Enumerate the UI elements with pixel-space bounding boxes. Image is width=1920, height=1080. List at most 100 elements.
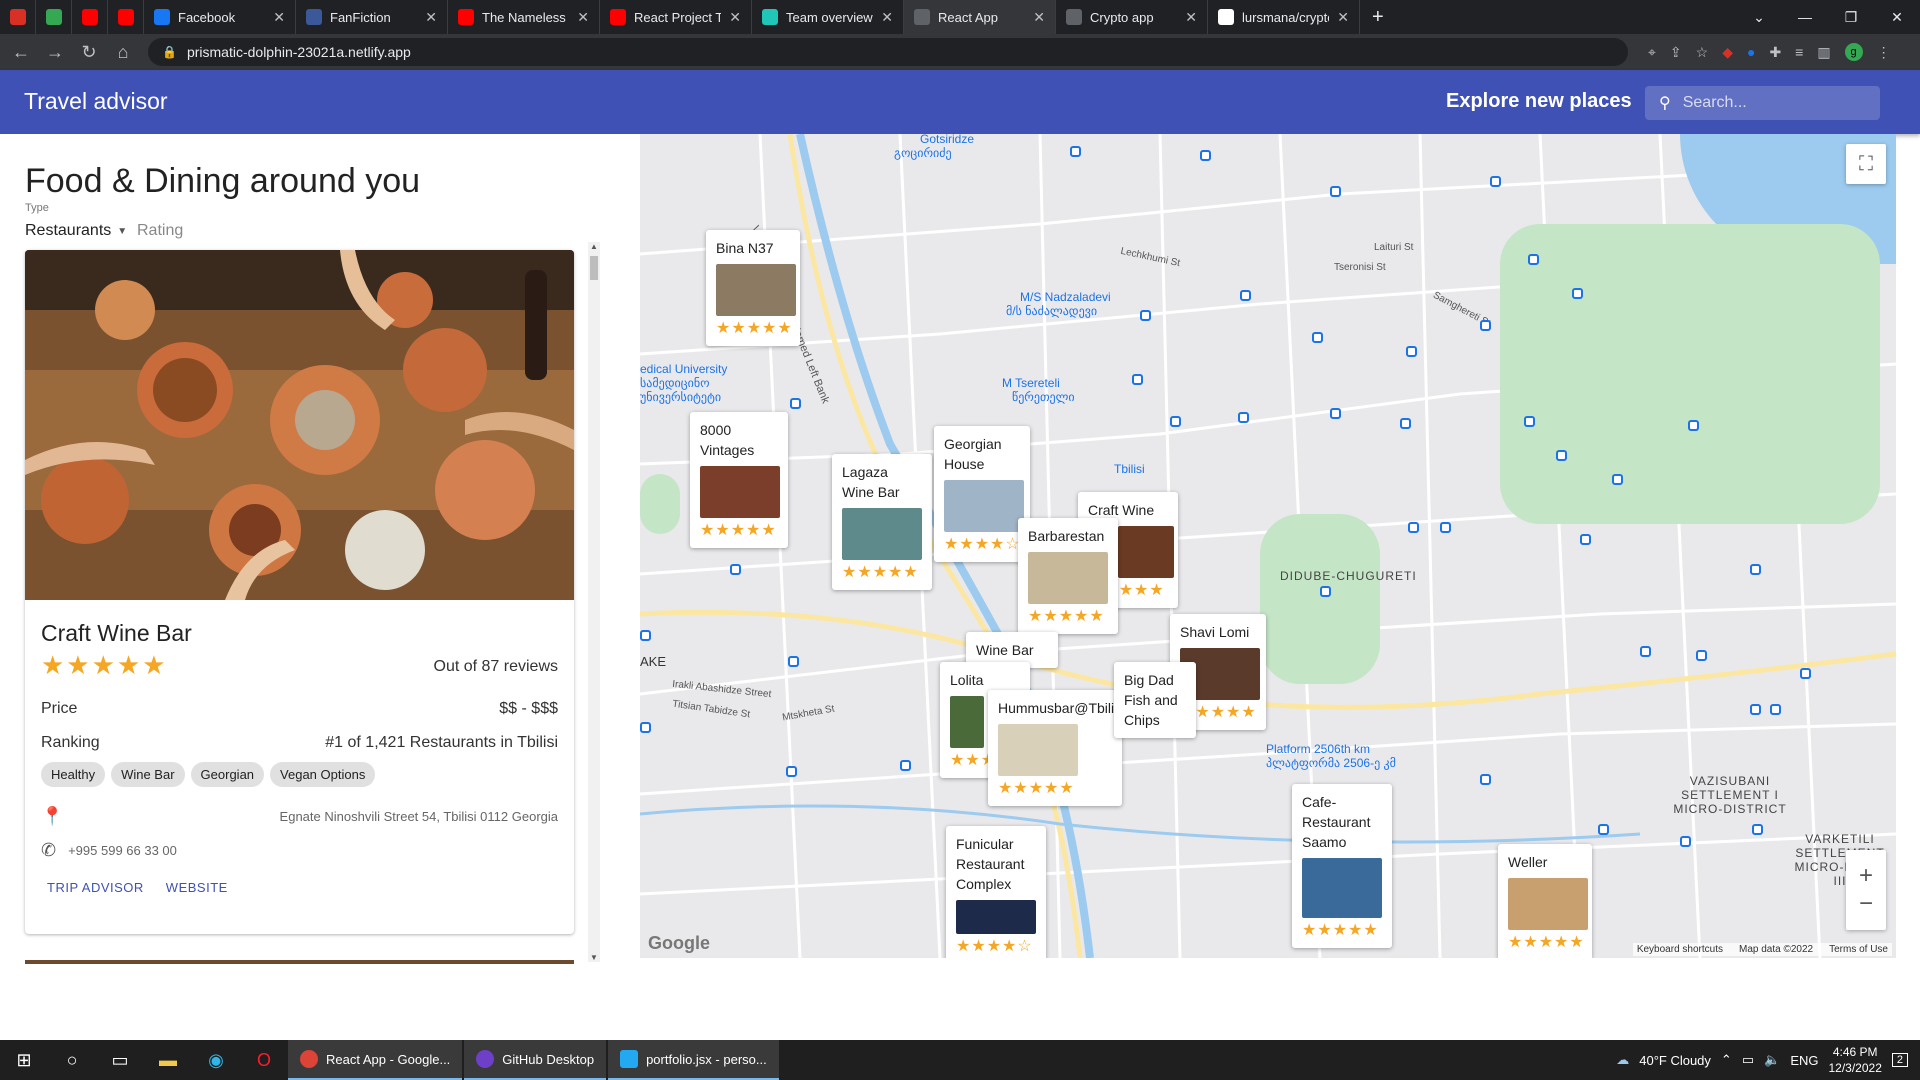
extensions-puzzle-icon[interactable]: ✚ [1769, 44, 1781, 61]
transit-stop-icon[interactable] [1406, 346, 1417, 357]
transit-stop-icon[interactable] [1312, 332, 1323, 343]
map-pin-cafe-restaurant-saamo[interactable]: Cafe-Restaurant Saamo ★★★★★ [1292, 784, 1392, 948]
type-select[interactable]: Restaurants ▼ [25, 222, 127, 240]
new-tab-button[interactable]: + [1360, 0, 1396, 34]
transit-stop-icon[interactable] [1750, 564, 1761, 575]
transit-stop-icon[interactable] [790, 398, 801, 409]
chip[interactable]: Vegan Options [270, 762, 376, 787]
rating-select[interactable]: Rating [137, 222, 183, 240]
transit-stop-icon[interactable] [1400, 418, 1411, 429]
zoom-out-button[interactable]: − [1859, 890, 1873, 918]
search-input[interactable] [1682, 94, 1853, 112]
chip[interactable]: Georgian [190, 762, 265, 787]
transit-stop-icon[interactable] [1696, 650, 1707, 661]
transit-stop-icon[interactable] [1752, 824, 1763, 835]
close-tab-icon[interactable]: ✕ [1185, 9, 1197, 26]
list-scrollbar[interactable]: ▲ ▼ [588, 242, 600, 962]
chip[interactable]: Wine Bar [111, 762, 185, 787]
back-button[interactable]: ← [8, 42, 34, 63]
close-tab-icon[interactable]: ✕ [729, 9, 741, 26]
website-link[interactable]: WEBSITE [166, 880, 228, 895]
transit-stop-icon[interactable] [1070, 146, 1081, 157]
transit-stop-icon[interactable] [900, 760, 911, 771]
extension-ublock-icon[interactable]: ◆ [1722, 44, 1733, 61]
windows-start-icon[interactable]: ⊞ [0, 1040, 48, 1080]
map[interactable]: M/S Nadzaladevi მ/ს ნაძალადევი M Tserete… [640, 134, 1896, 958]
taskbar-app-vscode[interactable]: portfolio.jsx - perso... [608, 1040, 779, 1080]
map-pin-georgian-house[interactable]: Georgian House ★★★★☆ [934, 426, 1030, 562]
browser-tab[interactable] [108, 0, 144, 34]
transit-stop-icon[interactable] [1480, 320, 1491, 331]
browser-tab[interactable]: React Project Tutorial: I ✕ [600, 0, 752, 34]
map-pin-bina-n37[interactable]: Bina N37 ★★★★★ [706, 230, 800, 346]
close-window-button[interactable]: ✕ [1874, 0, 1920, 34]
side-panel-icon[interactable]: ▥ [1817, 44, 1830, 61]
map-pin-big-dad-fish-and-chips[interactable]: Big Dad Fish and Chips [1114, 662, 1196, 738]
task-view-icon[interactable]: ▭ [96, 1040, 144, 1080]
transit-stop-icon[interactable] [1440, 522, 1451, 533]
map-pin-funicular[interactable]: Funicular Restaurant Complex ★★★★☆ [946, 826, 1046, 958]
transit-stop-icon[interactable] [640, 722, 651, 733]
transit-stop-icon[interactable] [788, 656, 799, 667]
browser-tab[interactable]: The Nameless One ✕ [448, 0, 600, 34]
transit-stop-icon[interactable] [1132, 374, 1143, 385]
browser-tab[interactable]: lursmana/crypto-app ✕ [1208, 0, 1360, 34]
transit-stop-icon[interactable] [1680, 836, 1691, 847]
tray-chevron-icon[interactable]: ⌃ [1721, 1052, 1732, 1068]
transit-stop-icon[interactable] [1330, 186, 1341, 197]
transit-stop-icon[interactable] [1800, 668, 1811, 679]
share-icon[interactable]: ⇪ [1670, 44, 1682, 61]
transit-stop-icon[interactable] [1688, 420, 1699, 431]
browser-tab[interactable] [36, 0, 72, 34]
transit-stop-icon[interactable] [1524, 416, 1535, 427]
transit-stop-icon[interactable] [1320, 586, 1331, 597]
url-field[interactable]: 🔒 prismatic-dolphin-23021a.netlify.app [148, 38, 1628, 66]
zoom-in-button[interactable]: + [1859, 862, 1873, 890]
transit-stop-icon[interactable] [1480, 774, 1491, 785]
map-pin-barbarestan[interactable]: Barbarestan ★★★★★ [1018, 518, 1118, 634]
terms-link[interactable]: Terms of Use [1829, 944, 1888, 955]
edge-icon[interactable]: ◉ [192, 1040, 240, 1080]
transit-stop-icon[interactable] [1140, 310, 1151, 321]
reading-list-icon[interactable]: ≡ [1795, 44, 1803, 60]
opera-icon[interactable]: O [240, 1040, 288, 1080]
transit-stop-icon[interactable] [1490, 176, 1501, 187]
transit-stop-icon[interactable] [1572, 288, 1583, 299]
close-tab-icon[interactable]: ✕ [577, 9, 589, 26]
file-explorer-icon[interactable]: ▬ [144, 1040, 192, 1080]
transit-stop-icon[interactable] [1556, 450, 1567, 461]
close-tab-icon[interactable]: ✕ [881, 9, 893, 26]
map-pin-weller[interactable]: Weller ★★★★★ [1498, 844, 1592, 958]
clock[interactable]: 4:46 PM 12/3/2022 [1828, 1044, 1881, 1076]
taskbar-app-chrome[interactable]: React App - Google... [288, 1040, 463, 1080]
search-icon[interactable]: ○ [48, 1040, 96, 1080]
transit-stop-icon[interactable] [1170, 416, 1181, 427]
transit-stop-icon[interactable] [640, 630, 651, 641]
close-tab-icon[interactable]: ✕ [1033, 9, 1045, 26]
transit-stop-icon[interactable] [1330, 408, 1341, 419]
map-pin-hummusbar[interactable]: Hummusbar@Tbilisi ★★★★★ [988, 690, 1124, 806]
profile-avatar[interactable]: g [1844, 43, 1863, 61]
minimize-button[interactable]: — [1782, 0, 1828, 34]
volume-icon[interactable]: 🔈 [1764, 1052, 1780, 1068]
transit-stop-icon[interactable] [1580, 534, 1591, 545]
transit-stop-icon[interactable] [1238, 412, 1249, 423]
browser-tab[interactable]: Crypto app ✕ [1056, 0, 1208, 34]
browser-tab[interactable] [0, 0, 36, 34]
browser-tab[interactable]: Team overview | Netlify ✕ [752, 0, 904, 34]
transit-stop-icon[interactable] [1408, 522, 1419, 533]
home-button[interactable]: ⌂ [110, 42, 136, 63]
notifications-icon[interactable]: 2 [1891, 1053, 1908, 1067]
transit-stop-icon[interactable] [1612, 474, 1623, 485]
close-tab-icon[interactable]: ✕ [425, 9, 437, 26]
restore-button[interactable]: ❐ [1828, 0, 1874, 34]
tab-search-icon[interactable]: ⌄ [1736, 0, 1782, 34]
network-icon[interactable]: ▭ [1742, 1052, 1754, 1068]
extension-icon[interactable]: ● [1747, 44, 1755, 60]
transit-stop-icon[interactable] [1640, 646, 1651, 657]
map-pin-8000-vintages[interactable]: 8000 Vintages ★★★★★ [690, 412, 788, 548]
location-icon[interactable]: ⌖ [1648, 44, 1656, 61]
tripadvisor-link[interactable]: TRIP ADVISOR [47, 880, 144, 895]
transit-stop-icon[interactable] [1750, 704, 1761, 715]
browser-tab[interactable]: Facebook ✕ [144, 0, 296, 34]
